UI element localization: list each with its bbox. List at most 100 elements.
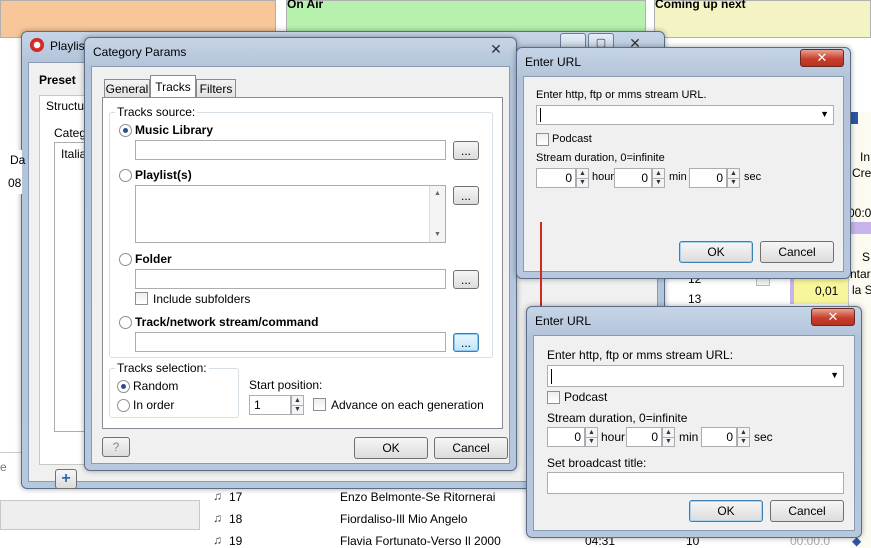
music-library-label: Music Library xyxy=(135,123,214,137)
enter-url-top-title: Enter URL xyxy=(525,55,582,69)
enter-url-bottom-title: Enter URL xyxy=(535,314,592,328)
tab-filters[interactable]: Filters xyxy=(196,79,236,97)
podcast-checkbox[interactable] xyxy=(536,133,549,146)
ok-button[interactable]: OK xyxy=(354,437,428,459)
min-input[interactable]: 0 xyxy=(626,427,662,447)
min-label: min xyxy=(669,171,687,183)
url-combobox[interactable]: ▼ xyxy=(536,105,834,125)
right-text-5: ntar xyxy=(850,267,871,281)
music-note-icon: ♫ xyxy=(213,533,222,547)
close-icon[interactable]: ✕ xyxy=(800,49,844,67)
folder-label: Folder xyxy=(135,252,172,266)
row-title: Flavia Fortunato-Verso Il 2000 xyxy=(340,534,501,548)
playlists-radio[interactable] xyxy=(119,169,132,182)
start-position-label: Start position: xyxy=(249,378,323,392)
coming-up-label: Coming up next xyxy=(655,0,746,11)
left-fragment-e: e xyxy=(0,460,7,474)
playlists-browse-button[interactable]: ... xyxy=(453,186,479,205)
row-title: Fiordaliso-Ill Mio Angelo xyxy=(340,512,468,526)
chevron-down-icon[interactable]: ▼ xyxy=(830,370,839,380)
right-text-4: S xyxy=(862,250,871,264)
add-button[interactable]: + xyxy=(55,469,77,489)
help-button[interactable]: ? xyxy=(102,437,130,457)
enter-url-dialog-bottom[interactable]: Enter URL ✕ Enter http, ftp or mms strea… xyxy=(526,306,862,538)
music-library-field[interactable] xyxy=(135,140,446,160)
hour-stepper[interactable]: ▲ ▼ xyxy=(576,168,589,188)
right-text-6: la S xyxy=(852,283,871,297)
advance-label: Advance on each generation xyxy=(331,398,484,412)
in-order-label: In order xyxy=(133,398,175,412)
left-table-fragment: Da 08 xyxy=(0,150,26,194)
music-library-radio[interactable] xyxy=(119,124,132,137)
podcast-label: Podcast xyxy=(564,390,608,404)
right-value: 0,01 xyxy=(815,284,839,298)
start-position-stepper[interactable]: ▲ ▼ xyxy=(291,395,304,415)
app-logo-icon xyxy=(30,38,44,52)
track-stream-radio[interactable] xyxy=(119,316,132,329)
tracks-source-label: Tracks source: xyxy=(115,105,198,119)
ok-button[interactable]: OK xyxy=(689,500,763,522)
coming-up-strip[interactable]: Coming up next xyxy=(654,0,871,38)
cancel-button[interactable]: Cancel xyxy=(770,500,844,522)
chevron-down-icon[interactable]: ▼ xyxy=(820,109,829,119)
url-prompt: Enter http, ftp or mms stream URL: xyxy=(547,348,734,362)
list-item[interactable]: Italia xyxy=(61,147,86,161)
broadcast-title-label: Set broadcast title: xyxy=(547,456,647,470)
sec-stepper[interactable]: ▲ ▼ xyxy=(737,427,750,447)
left-fragment-da: Da xyxy=(10,153,26,167)
hour-input[interactable]: 0 xyxy=(536,168,576,188)
min-label: min xyxy=(679,430,699,444)
music-note-icon: ♫ xyxy=(213,511,222,525)
enter-url-dialog-top[interactable]: Enter URL ✕ Enter http, ftp or mms strea… xyxy=(516,47,851,279)
broadcast-title-field[interactable] xyxy=(547,472,844,494)
cancel-button[interactable]: Cancel xyxy=(434,437,508,459)
left-bottom-bar xyxy=(0,500,200,530)
row-num: 19 xyxy=(229,534,243,548)
track-stream-label: Track/network stream/command xyxy=(135,315,319,329)
duration-label: Stream duration, 0=infinite xyxy=(536,152,665,164)
folder-radio[interactable] xyxy=(119,253,132,266)
enter-url-bottom-body: Enter http, ftp or mms stream URL: ▼ Pod… xyxy=(533,335,855,531)
close-icon[interactable]: ✕ xyxy=(485,41,507,57)
row-num: 17 xyxy=(229,490,243,504)
sec-label: sec xyxy=(754,430,773,444)
min-input[interactable]: 0 xyxy=(614,168,652,188)
sec-stepper[interactable]: ▲ ▼ xyxy=(727,168,740,188)
podcast-checkbox[interactable] xyxy=(547,391,560,404)
cancel-button[interactable]: Cancel xyxy=(760,241,834,263)
close-icon[interactable]: ✕ xyxy=(811,308,855,326)
structure-label: Structur xyxy=(46,99,89,113)
hour-input[interactable]: 0 xyxy=(547,427,585,447)
min-stepper[interactable]: ▲ ▼ xyxy=(662,427,675,447)
tab-general[interactable]: General xyxy=(104,79,150,97)
hour-label: hour xyxy=(592,171,615,183)
text-cursor xyxy=(551,369,552,384)
playlists-field[interactable] xyxy=(135,185,446,243)
in-order-radio[interactable] xyxy=(117,399,130,412)
min-stepper[interactable]: ▲ ▼ xyxy=(652,168,665,188)
track-stream-browse-button[interactable]: ... xyxy=(453,333,479,352)
url-prompt: Enter http, ftp or mms stream URL. xyxy=(536,89,707,101)
row-num: 18 xyxy=(229,512,243,526)
right-text-3: 00:0 xyxy=(848,206,871,220)
hour-stepper[interactable]: ▲ ▼ xyxy=(585,427,598,447)
folder-field[interactable] xyxy=(135,269,446,289)
advance-checkbox[interactable] xyxy=(313,398,326,411)
url-combobox[interactable]: ▼ xyxy=(547,365,844,387)
folder-browse-button[interactable]: ... xyxy=(453,270,479,289)
row-title: Enzo Belmonte-Se Ritornerai xyxy=(340,490,496,504)
category-params-dialog[interactable]: Category Params ✕ General Tracks Filters… xyxy=(84,37,517,471)
ok-button[interactable]: OK xyxy=(679,241,753,263)
sec-input[interactable]: 0 xyxy=(689,168,727,188)
podcast-label: Podcast xyxy=(552,133,592,145)
music-library-browse-button[interactable]: ... xyxy=(453,141,479,160)
random-radio[interactable] xyxy=(117,380,130,393)
on-air-label: On Air xyxy=(287,0,324,11)
start-position-input[interactable]: 1 xyxy=(249,395,291,415)
include-subfolders-checkbox[interactable] xyxy=(135,292,148,305)
playlists-scrollbar[interactable]: ▲ ▼ xyxy=(429,186,445,242)
track-stream-field[interactable] xyxy=(135,332,446,352)
sec-input[interactable]: 0 xyxy=(701,427,737,447)
music-note-icon: ♫ xyxy=(213,489,222,503)
tab-tracks[interactable]: Tracks xyxy=(150,75,196,97)
